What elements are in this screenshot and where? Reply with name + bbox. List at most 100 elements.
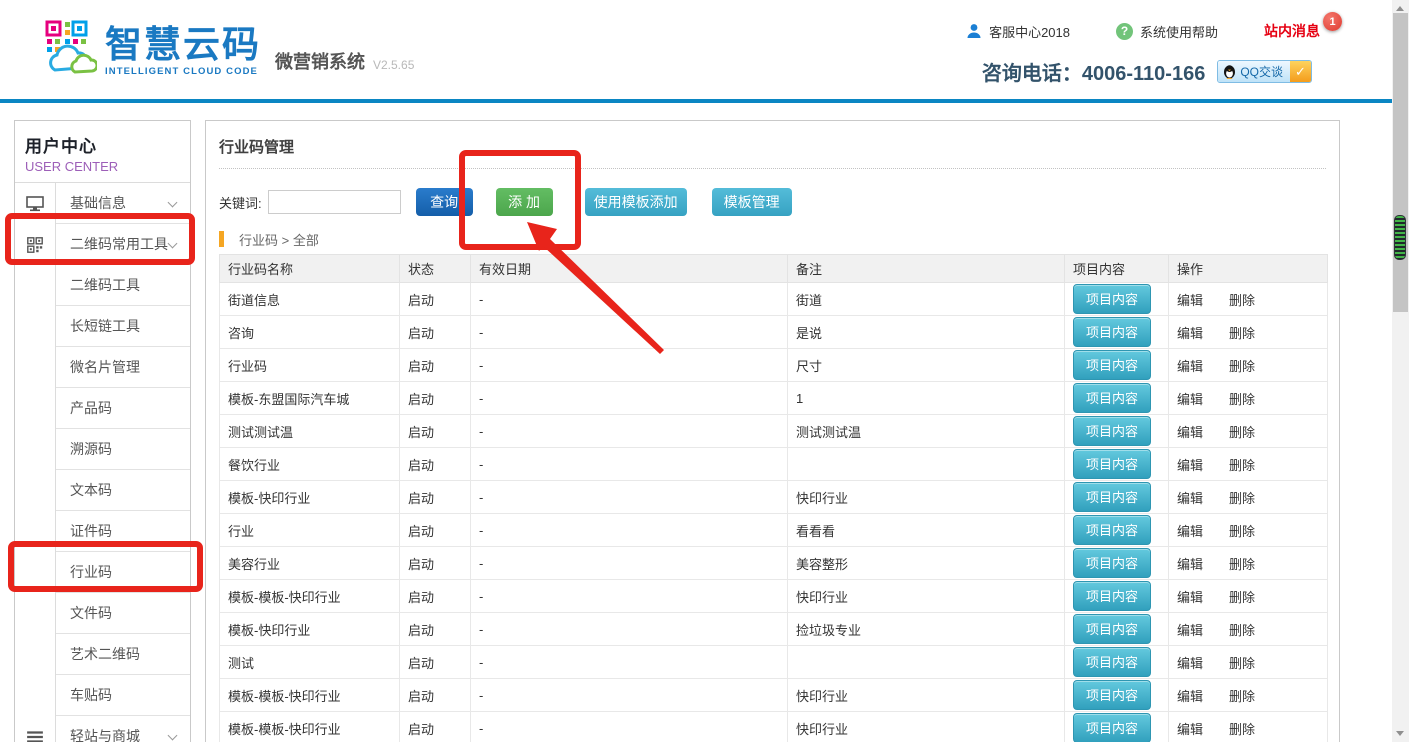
sidebar-item-product-code[interactable]: 产品码 [15, 388, 190, 429]
table-row: 模板-快印行业 启动 - 快印行业 项目内容 编辑删除 [220, 481, 1328, 514]
keyword-input[interactable] [268, 190, 401, 214]
content-button[interactable]: 项目内容 [1073, 449, 1151, 479]
cell-note: 测试测试温 [788, 415, 1065, 448]
cell-status: 启动 [400, 349, 471, 382]
content-button[interactable]: 项目内容 [1073, 548, 1151, 578]
edit-link[interactable]: 编辑 [1177, 458, 1203, 473]
template-add-button[interactable]: 使用模板添加 [585, 188, 687, 216]
add-button[interactable]: 添 加 [496, 188, 553, 216]
sidebar-item-car-sticker[interactable]: 车贴码 [15, 675, 190, 716]
delete-link[interactable]: 删除 [1229, 524, 1255, 539]
delete-link[interactable]: 删除 [1229, 722, 1255, 737]
delete-link[interactable]: 删除 [1229, 656, 1255, 671]
edit-link[interactable]: 编辑 [1177, 590, 1203, 605]
sidebar-item-basic-info[interactable]: 基础信息 [15, 183, 190, 224]
delete-link[interactable]: 删除 [1229, 392, 1255, 407]
table-row: 测试 启动 - 项目内容 编辑删除 [220, 646, 1328, 679]
edit-link[interactable]: 编辑 [1177, 491, 1203, 506]
sidebar-item-micro-card[interactable]: 微名片管理 [15, 347, 190, 388]
cell-note: 美容整形 [788, 547, 1065, 580]
sidebar: 用户中心 USER CENTER 基础信息 [14, 120, 191, 742]
message-count-badge: 1 [1323, 12, 1342, 31]
cell-name: 测试 [220, 646, 400, 679]
col-header-actions: 操作 [1169, 255, 1328, 283]
delete-link[interactable]: 删除 [1229, 293, 1255, 308]
edit-link[interactable]: 编辑 [1177, 293, 1203, 308]
sidebar-item-short-link-tool[interactable]: 长短链工具 [15, 306, 190, 347]
qq-chat-left: QQ交谈 [1218, 61, 1290, 82]
cell-note: 快印行业 [788, 712, 1065, 742]
cell-date: - [471, 712, 788, 742]
service-center-link[interactable]: 客服中心2018 [966, 22, 1070, 41]
delete-link[interactable]: 删除 [1229, 590, 1255, 605]
cell-name: 街道信息 [220, 283, 400, 316]
content-button[interactable]: 项目内容 [1073, 482, 1151, 512]
edit-link[interactable]: 编辑 [1177, 524, 1203, 539]
breadcrumb-text: 行业码 > 全部 [239, 230, 319, 249]
qq-chat-button[interactable]: QQ交谈 ✓ [1217, 60, 1312, 83]
scrollbar-thumb[interactable] [1394, 215, 1406, 260]
query-button[interactable]: 查询 [416, 188, 473, 216]
sidebar-item-certificate-code[interactable]: 证件码 [15, 511, 190, 552]
sidebar-item-label: 产品码 [70, 398, 112, 418]
qq-chat-label: QQ交谈 [1240, 63, 1283, 80]
content-button[interactable]: 项目内容 [1073, 581, 1151, 611]
scrollbar-track[interactable] [1393, 13, 1408, 312]
content-button[interactable]: 项目内容 [1073, 317, 1151, 347]
scroll-up-arrow-icon[interactable] [1396, 6, 1404, 11]
delete-link[interactable]: 删除 [1229, 458, 1255, 473]
col-header-date: 有效日期 [471, 255, 788, 283]
chevron-down-icon [168, 731, 178, 741]
cell-status: 启动 [400, 481, 471, 514]
delete-link[interactable]: 删除 [1229, 359, 1255, 374]
vertical-scrollbar[interactable] [1392, 0, 1409, 742]
edit-link[interactable]: 编辑 [1177, 656, 1203, 671]
content-button[interactable]: 项目内容 [1073, 383, 1151, 413]
table-row: 模板-模板-快印行业 启动 - 快印行业 项目内容 编辑删除 [220, 712, 1328, 742]
scroll-down-arrow-icon[interactable] [1396, 731, 1404, 736]
content-button[interactable]: 项目内容 [1073, 350, 1151, 380]
content-button[interactable]: 项目内容 [1073, 416, 1151, 446]
sidebar-item-label: 艺术二维码 [70, 644, 140, 664]
delete-link[interactable]: 删除 [1229, 689, 1255, 704]
sidebar-header: 用户中心 USER CENTER [15, 121, 190, 183]
sidebar-item-trace-code[interactable]: 溯源码 [15, 429, 190, 470]
cell-status: 启动 [400, 283, 471, 316]
cell-status: 启动 [400, 316, 471, 349]
template-manage-button[interactable]: 模板管理 [712, 188, 792, 216]
content-button[interactable]: 项目内容 [1073, 680, 1151, 710]
sidebar-item-qr-tools[interactable]: 二维码常用工具 [15, 224, 190, 265]
sidebar-item-label: 二维码工具 [70, 275, 140, 295]
sidebar-item-industry-code[interactable]: 行业码 [15, 552, 190, 593]
system-help-link[interactable]: ? 系统使用帮助 [1116, 22, 1218, 41]
content-button[interactable]: 项目内容 [1073, 614, 1151, 644]
edit-link[interactable]: 编辑 [1177, 722, 1203, 737]
delete-link[interactable]: 删除 [1229, 623, 1255, 638]
edit-link[interactable]: 编辑 [1177, 557, 1203, 572]
cell-note: 快印行业 [788, 679, 1065, 712]
delete-link[interactable]: 删除 [1229, 326, 1255, 341]
delete-link[interactable]: 删除 [1229, 425, 1255, 440]
site-messages-label: 站内消息 [1264, 23, 1320, 39]
content-button[interactable]: 项目内容 [1073, 647, 1151, 677]
edit-link[interactable]: 编辑 [1177, 359, 1203, 374]
content-button[interactable]: 项目内容 [1073, 713, 1151, 742]
sidebar-item-light-site-mall[interactable]: 轻站与商城 [15, 716, 190, 742]
site-messages-link[interactable]: 站内消息 1 [1264, 21, 1320, 41]
content-button[interactable]: 项目内容 [1073, 515, 1151, 545]
content-button[interactable]: 项目内容 [1073, 284, 1151, 314]
edit-link[interactable]: 编辑 [1177, 689, 1203, 704]
cell-note [788, 448, 1065, 481]
product-name: 微营销系统 [275, 48, 365, 74]
edit-link[interactable]: 编辑 [1177, 392, 1203, 407]
edit-link[interactable]: 编辑 [1177, 623, 1203, 638]
delete-link[interactable]: 删除 [1229, 557, 1255, 572]
sidebar-item-file-code[interactable]: 文件码 [15, 593, 190, 634]
sidebar-item-qr-tool[interactable]: 二维码工具 [15, 265, 190, 306]
sidebar-item-art-qr[interactable]: 艺术二维码 [15, 634, 190, 675]
edit-link[interactable]: 编辑 [1177, 425, 1203, 440]
cell-status: 启动 [400, 646, 471, 679]
edit-link[interactable]: 编辑 [1177, 326, 1203, 341]
delete-link[interactable]: 删除 [1229, 491, 1255, 506]
sidebar-item-text-code[interactable]: 文本码 [15, 470, 190, 511]
